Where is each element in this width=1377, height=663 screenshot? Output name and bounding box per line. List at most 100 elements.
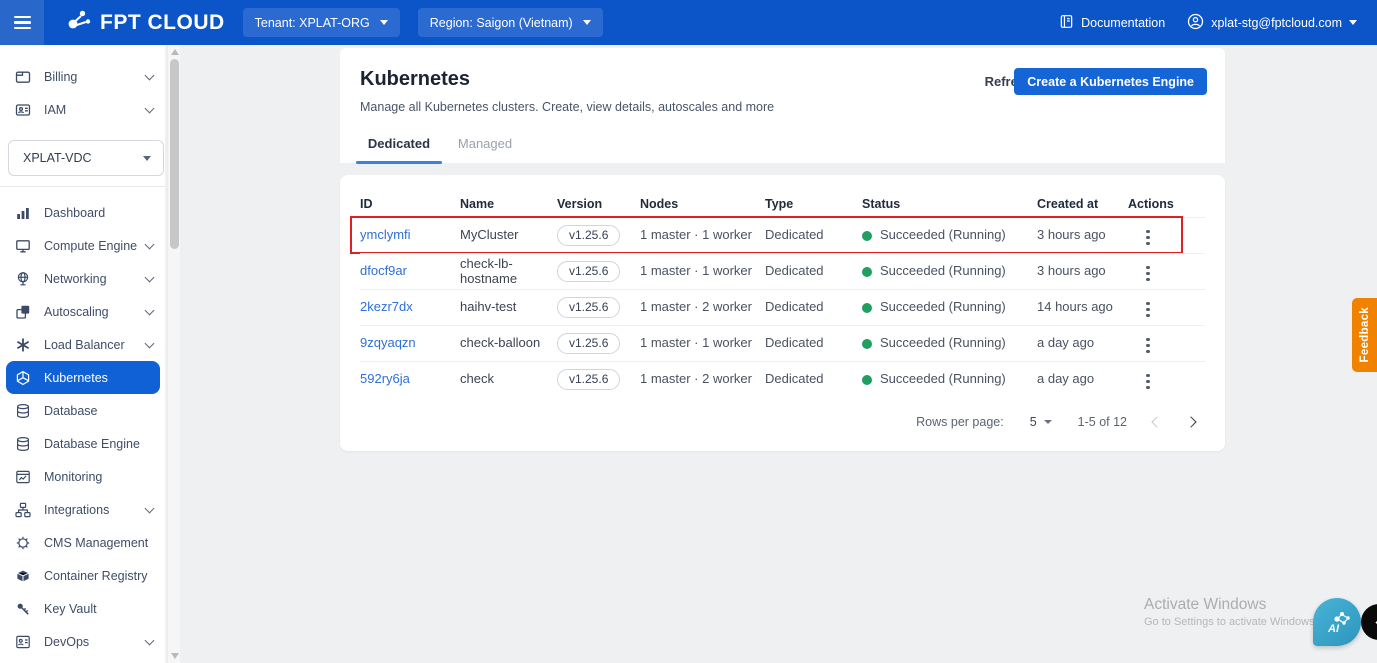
sidebar-item-compute-engine[interactable]: Compute Engine xyxy=(0,229,165,262)
sidebar-item-database[interactable]: Database xyxy=(0,394,165,427)
user-menu[interactable]: xplat-stg@fptcloud.com xyxy=(1187,13,1357,33)
rows-per-page-select[interactable]: 5 xyxy=(1030,415,1052,429)
chevron-down-icon xyxy=(143,155,151,161)
previous-page-button[interactable] xyxy=(1151,416,1163,428)
cluster-id-link[interactable]: 9zqyaqzn xyxy=(360,335,416,350)
sidebar-item-monitoring[interactable]: Monitoring xyxy=(0,460,165,493)
cell-status: Succeeded (Running) xyxy=(862,227,1037,243)
status-label: Succeeded (Running) xyxy=(880,227,1006,243)
cell-nodes: 1 master · 2 worker xyxy=(640,371,752,387)
sidebar-item-key-vault[interactable]: Key Vault xyxy=(0,592,165,625)
cell-created-at: 3 hours ago xyxy=(1037,227,1106,243)
ai-assistant-button[interactable]: AI xyxy=(1313,598,1361,646)
cell-status: Succeeded (Running) xyxy=(862,335,1037,351)
sidebar-item-label: Kubernetes xyxy=(44,370,108,385)
region-dropdown[interactable]: Region: Saigon (Vietnam) xyxy=(417,8,603,37)
feedback-label: Feedback xyxy=(1358,307,1371,363)
scrollbar-thumb[interactable] xyxy=(170,59,179,249)
chevron-down-icon xyxy=(379,20,388,25)
table-row: 9zqyaqzn check-balloon v1.25.6 1 master · 1… xyxy=(360,325,1205,361)
tenant-dropdown[interactable]: Tenant: XPLAT-ORG xyxy=(242,8,400,37)
hamburger-icon xyxy=(13,15,31,30)
cell-type: Dedicated xyxy=(765,299,824,315)
sidebar-item-autoscaling[interactable]: Autoscaling xyxy=(0,295,165,328)
cell-type: Dedicated xyxy=(765,335,824,351)
pagination-range: 1-5 of 12 xyxy=(1077,415,1127,429)
sidebar-item-networking[interactable]: Networking xyxy=(0,262,165,295)
sidebar-item-cms-management[interactable]: CMS Management xyxy=(0,526,165,559)
kebab-menu-icon[interactable] xyxy=(1142,370,1154,394)
sidebar-scrollbar[interactable] xyxy=(167,45,180,663)
sidebar-item-kubernetes[interactable]: Kubernetes xyxy=(6,361,160,394)
chevron-down-icon xyxy=(582,20,591,25)
documentation-link[interactable]: Documentation xyxy=(1059,14,1165,32)
cluster-id-link[interactable]: dfocf9ar xyxy=(360,263,407,278)
cell-name: check xyxy=(460,371,494,387)
sidebar-item-label: DevOps xyxy=(44,634,90,649)
chevron-down-icon xyxy=(144,338,155,348)
watermark-line1: Activate Windows xyxy=(1144,596,1267,613)
activate-windows-watermark: Activate Windows Go to Settings to activ… xyxy=(1144,596,1315,628)
cell-type: Dedicated xyxy=(765,227,824,243)
collapse-widget-button[interactable] xyxy=(1361,604,1377,640)
cell-type: Dedicated xyxy=(765,371,824,387)
vdc-selector-value: XPLAT-VDC xyxy=(23,151,92,165)
region-label: Region: Saigon (Vietnam) xyxy=(429,15,573,30)
container-registry-icon xyxy=(14,567,31,584)
cell-status: Succeeded (Running) xyxy=(862,299,1037,315)
hamburger-menu-button[interactable] xyxy=(0,0,44,45)
scroll-down-icon[interactable] xyxy=(171,653,179,659)
status-label: Succeeded (Running) xyxy=(880,335,1006,351)
sidebar-item-database-engine[interactable]: Database Engine xyxy=(0,427,165,460)
tab-dedicated[interactable]: Dedicated xyxy=(356,136,442,164)
chevron-down-icon xyxy=(144,239,155,249)
scroll-up-icon[interactable] xyxy=(171,49,179,55)
documentation-label: Documentation xyxy=(1081,15,1166,30)
sidebar-item-label: Billing xyxy=(44,69,78,84)
sidebar-item-container-registry[interactable]: Container Registry xyxy=(0,559,165,592)
kebab-menu-icon[interactable] xyxy=(1142,334,1154,358)
feedback-tab[interactable]: Feedback xyxy=(1352,298,1377,372)
cell-version: v1.25.6 xyxy=(557,225,640,246)
sidebar-item-devops[interactable]: DevOps xyxy=(0,625,165,658)
cell-version: v1.25.6 xyxy=(557,369,640,390)
column-header-version: Version xyxy=(557,197,603,211)
sidebar-item-iam[interactable]: IAM xyxy=(0,93,165,126)
cell-actions xyxy=(1128,366,1205,393)
cell-id: 2kezr7dx xyxy=(360,299,460,315)
rows-per-page-label: Rows per page: xyxy=(916,415,1004,429)
watermark-line2: Go to Settings to activate Windows xyxy=(1144,616,1315,628)
next-page-button[interactable] xyxy=(1185,416,1197,428)
column-header-type: Type xyxy=(765,197,794,211)
sidebar-divider xyxy=(0,186,165,187)
networking-icon xyxy=(14,270,31,287)
kebab-menu-icon[interactable] xyxy=(1142,298,1154,322)
chevron-down-icon xyxy=(144,635,155,645)
status-dot-icon xyxy=(862,230,872,241)
cluster-id-link[interactable]: 592ry6ja xyxy=(360,371,410,386)
devops-icon xyxy=(14,633,31,650)
sidebar-item-load-balancer[interactable]: Load Balancer xyxy=(0,328,165,361)
sidebar-item-dashboard[interactable]: Dashboard xyxy=(0,196,165,229)
cell-version: v1.25.6 xyxy=(557,297,640,318)
tab-managed[interactable]: Managed xyxy=(442,136,528,163)
version-badge: v1.25.6 xyxy=(557,333,621,354)
cell-status: Succeeded (Running) xyxy=(862,263,1037,279)
sidebar-item-label: Compute Engine xyxy=(44,238,138,253)
status-dot-icon xyxy=(862,266,872,277)
version-badge: v1.25.6 xyxy=(557,261,621,282)
kebab-menu-icon[interactable] xyxy=(1142,262,1154,286)
vdc-selector[interactable]: XPLAT-VDC xyxy=(8,140,164,176)
cell-name: check-lb-hostname xyxy=(460,255,518,286)
sidebar-item-billing[interactable]: Billing xyxy=(0,60,165,93)
user-avatar-icon xyxy=(1187,13,1204,33)
cluster-id-link[interactable]: ymclymfi xyxy=(360,227,411,242)
sidebar-item-integrations[interactable]: Integrations xyxy=(0,493,165,526)
brand-logo[interactable]: FPT CLOUD xyxy=(66,9,225,36)
clusters-table-card: ID Name Version Nodes Type Status Created at Ac… xyxy=(340,175,1225,451)
chevron-down-icon xyxy=(144,272,155,282)
kebab-menu-icon[interactable] xyxy=(1142,226,1154,250)
cluster-id-link[interactable]: 2kezr7dx xyxy=(360,299,413,314)
create-kubernetes-engine-button[interactable]: Create a Kubernetes Engine xyxy=(1014,68,1207,95)
billing-icon xyxy=(14,68,31,85)
